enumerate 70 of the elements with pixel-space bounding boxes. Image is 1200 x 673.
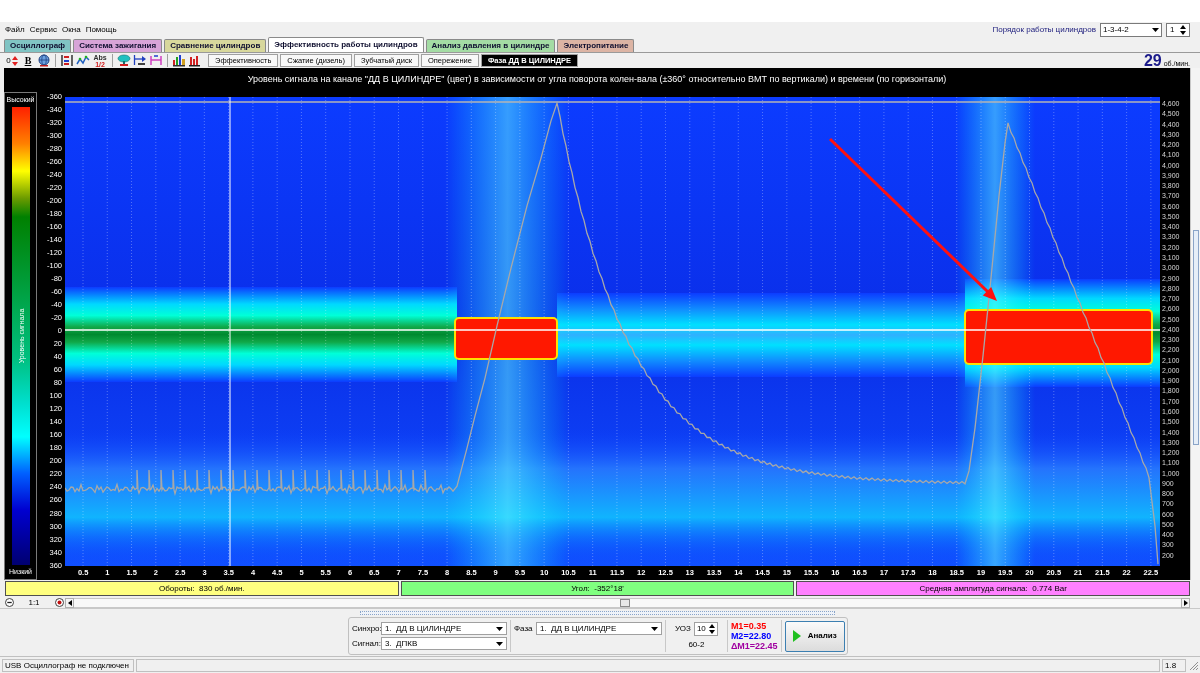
menu-item[interactable]: Окна [62,24,81,35]
cylinder-order-label: Порядок работы цилиндров [992,23,1096,36]
toolbar-button[interactable] [171,53,187,68]
toolbar-button[interactable] [132,53,148,68]
caret-icon [496,626,503,631]
triangle-left-icon [67,599,72,606]
cylinder-spinner[interactable]: 1 [1166,22,1190,37]
cylinder-order-select[interactable]: 1-3-4-2 [1100,22,1162,37]
phase-select[interactable]: 1. ДД В ЦИЛИНДРЕ [536,622,662,635]
marker-value: ΔM1=22.45 [730,641,778,651]
minus-icon [4,598,14,607]
signal-label: Сигнал: [352,637,379,650]
updown-arrows-icon [708,623,715,634]
zoom-in-button[interactable] [54,597,64,608]
scale-icon [60,54,74,67]
tab[interactable]: Анализ давления в цилиндре [425,39,556,52]
updown-arrows-icon [11,55,18,66]
horizontal-scrollbar[interactable] [74,597,1181,608]
signal-select[interactable]: 3. ДПКВ [381,637,507,650]
arrow-right-icon [133,54,147,67]
rpm-value: 29 [1143,53,1162,68]
toolbar-button[interactable] [187,53,203,68]
zero-offset-button[interactable]: 0 [4,53,20,68]
vertical-scrollbar[interactable] [1190,68,1200,580]
readout-panel: Средняя амплитуда сигнала: 0.774 Bar [796,581,1190,596]
connection-status: USB Осциллограф не подключен [2,658,134,672]
caret-icon [1152,27,1159,32]
caret-icon [651,626,658,631]
uoz-label: УОЗ [675,622,691,635]
menu-item[interactable]: Помощь [85,24,117,35]
tab[interactable]: Осциллограф [4,39,72,52]
marker-value: M2=22.80 [730,631,773,641]
wheel-type: 60-2 [688,638,705,651]
tab[interactable]: Электропитание [557,39,635,52]
bracket-icon [149,54,163,67]
sync-label: Синхро: [352,622,379,635]
menu-item[interactable]: Файл [5,24,25,35]
caret-icon [496,641,503,646]
updown-arrows-icon [1180,24,1186,35]
bold-button[interactable]: B [20,53,36,68]
column-chart-icon [188,54,202,67]
menu-item[interactable]: Сервис [29,24,58,35]
uoz-spinner[interactable]: 10 [693,621,718,636]
tab[interactable]: Эффективность работы цилиндров [268,37,424,52]
toolbar-button[interactable] [36,53,52,68]
tab[interactable]: Система зажигания [73,39,163,52]
tab[interactable]: Сравнение цилиндров [164,39,267,52]
triangle-right-icon [1183,599,1188,606]
scrollbar-thumb[interactable] [1193,230,1199,445]
scroll-right-button[interactable] [1181,597,1190,608]
bar-chart-icon [172,54,186,67]
readout-panel: Угол: -352°18' [400,581,795,596]
scroll-left-button[interactable] [65,597,74,608]
chart-title: Уровень сигнала на канале "ДД В ЦИЛИНДРЕ" (цвет) в зависимости от угла поворота колен-вала (±360° относительно ВМТ по вертикали) и времени (по горизонтали) [247,73,947,87]
toolbar-button[interactable] [59,53,75,68]
analyze-button[interactable]: Анализ [784,620,845,652]
version-label: 1.8 [1162,658,1186,672]
scrollbar-thumb[interactable] [620,598,630,607]
size-grip-icon [1188,660,1198,670]
globe-icon [37,54,51,67]
zoom-ratio: 1:1 [27,597,41,608]
wave-icon [76,54,90,67]
tree-icon [117,54,131,67]
phase-label: Фаза [514,622,534,635]
zoom-out-button[interactable] [4,597,14,608]
sync-select[interactable]: 1. ДД В ЦИЛИНДРЕ [381,622,507,635]
readout-panel: Обороты: 830 об./мин. [5,581,399,596]
play-icon [792,630,801,642]
plus-icon [54,598,64,607]
marker-value: M1=0.35 [730,621,768,631]
